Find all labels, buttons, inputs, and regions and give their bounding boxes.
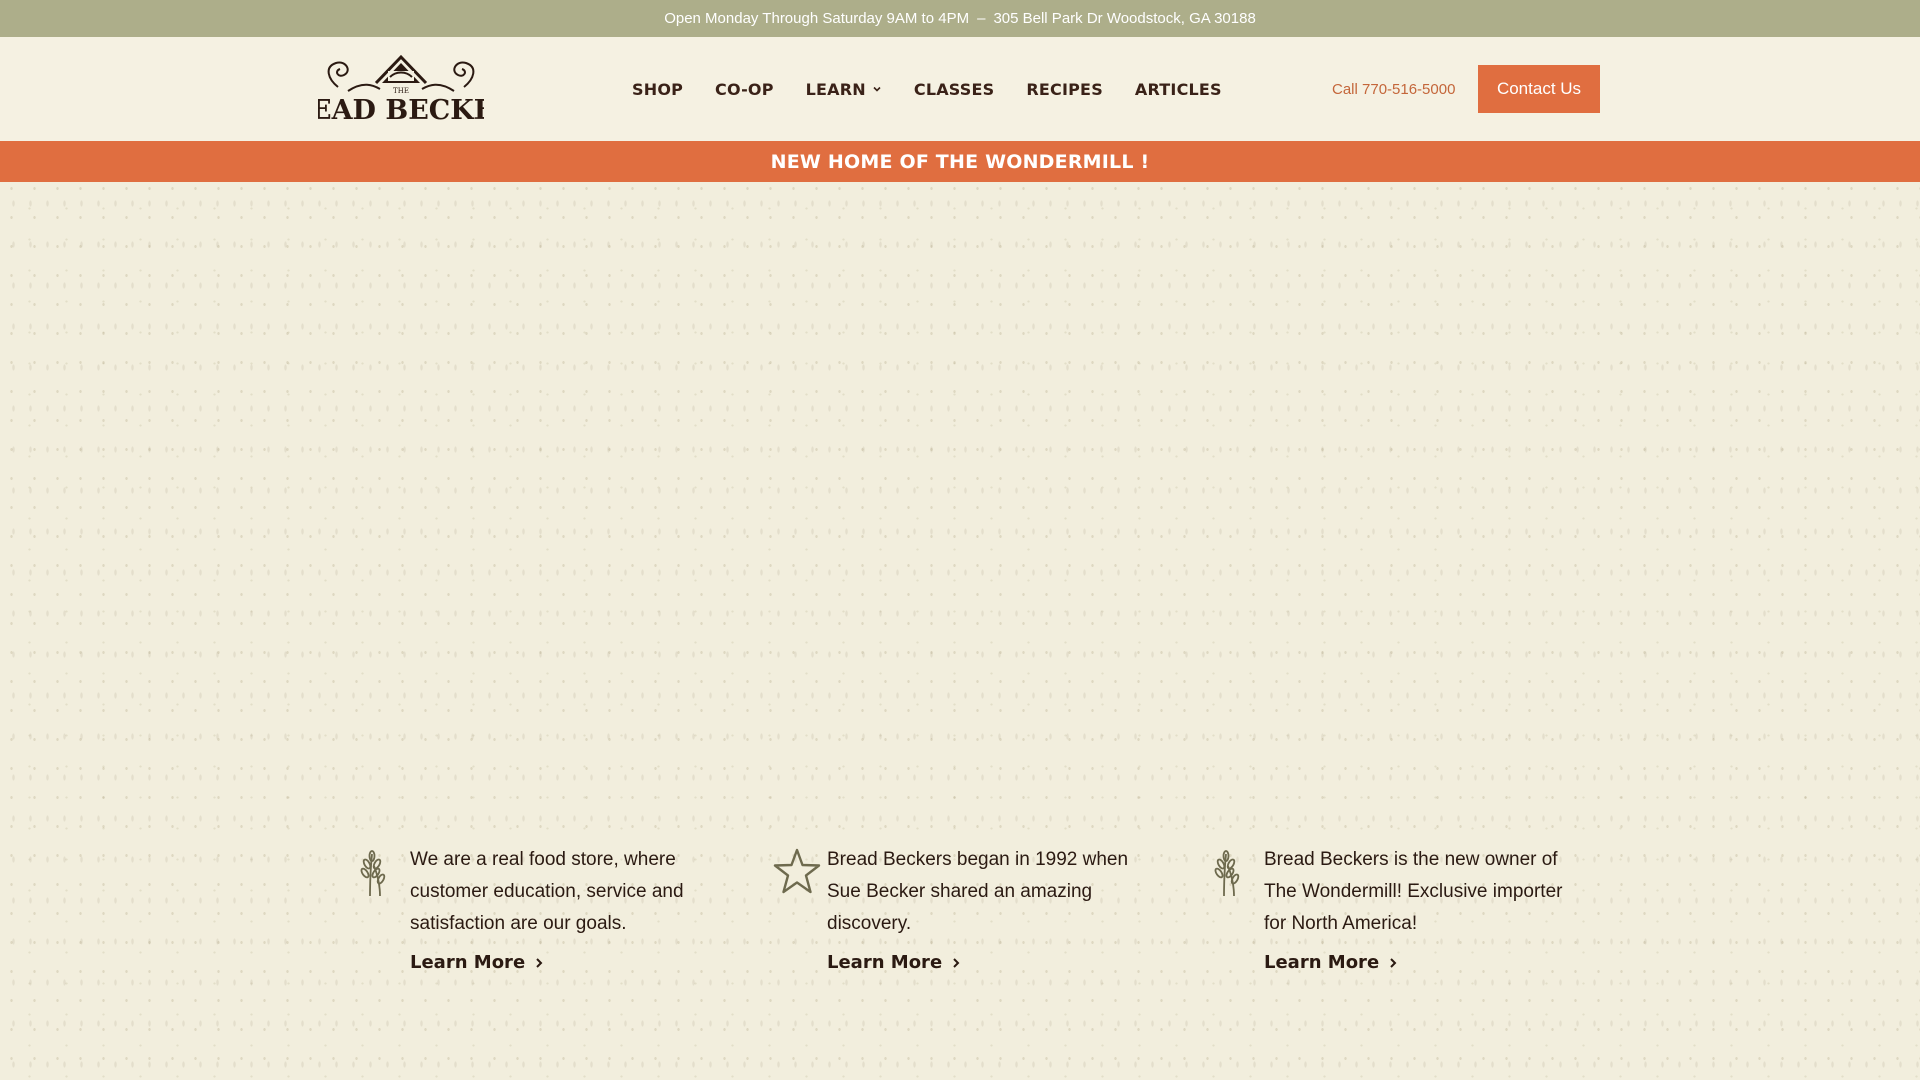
store-address: 305 Bell Park Dr Woodstock, GA 30188 [993,10,1256,27]
contact-us-button[interactable]: Contact Us [1478,65,1600,113]
nav-shop[interactable]: SHOP [632,80,683,99]
learn-more-link[interactable]: Learn More [827,952,961,973]
chevron-right-icon [1390,957,1397,968]
feature-text: Bread Beckers is the new owner of The Wo… [1264,849,1563,934]
main-nav: SHOP CO-OP LEARN CLASSES RECIPES ARTICLE… [632,37,1222,141]
logo-graphic: BREAD BECKERS THE [266,54,536,126]
chevron-right-icon [536,957,543,968]
star-icon [773,848,821,894]
learn-more-label: Learn More [410,952,526,973]
nav-learn[interactable]: LEARN [806,80,882,99]
site-header: BREAD BECKERS THE SHOP CO-OP LEARN CLASS… [0,37,1920,141]
learn-more-label: Learn More [827,952,943,973]
nav-classes[interactable]: CLASSES [914,80,995,99]
feature-text: We are a real food store, where customer… [410,849,684,934]
nav-classes-label: CLASSES [913,79,995,99]
info-separator: – [977,10,986,27]
nav-shop-label: SHOP [632,79,684,99]
chevron-down-icon [873,86,881,92]
wheat-icon [360,850,386,897]
phone-link[interactable]: Call 770-516-5000 [1332,81,1455,98]
announcement-text: NEW HOME OF THE WONDERMILL ! [770,150,1150,173]
logo-small-text: THE [393,87,409,95]
learn-more-link[interactable]: Learn More [410,952,544,973]
logo-wordmark: BREAD BECKERS [318,95,484,125]
nav-articles[interactable]: ARTICLES [1135,80,1222,99]
chevron-right-icon [953,957,960,968]
store-hours: Open Monday Through Saturday 9AM to 4PM [664,10,970,27]
feature-text: Bread Beckers began in 1992 when Sue Bec… [827,849,1129,934]
announcement-bar[interactable]: NEW HOME OF THE WONDERMILL ! [0,141,1920,182]
wheat-icon [1214,850,1240,897]
nav-co-op-label: CO-OP [715,79,774,99]
nav-learn-label: LEARN [805,79,866,99]
learn-more-link[interactable]: Learn More [1264,952,1398,973]
nav-recipes-label: RECIPES [1026,79,1103,99]
bread-beckers-logo[interactable]: BREAD BECKERS THE [266,51,536,126]
nav-co-op[interactable]: CO-OP [715,80,774,99]
nav-recipes[interactable]: RECIPES [1026,80,1103,99]
nav-articles-label: ARTICLES [1134,79,1222,99]
learn-more-label: Learn More [1264,952,1380,973]
top-info-bar: Open Monday Through Saturday 9AM to 4PM … [0,0,1920,37]
